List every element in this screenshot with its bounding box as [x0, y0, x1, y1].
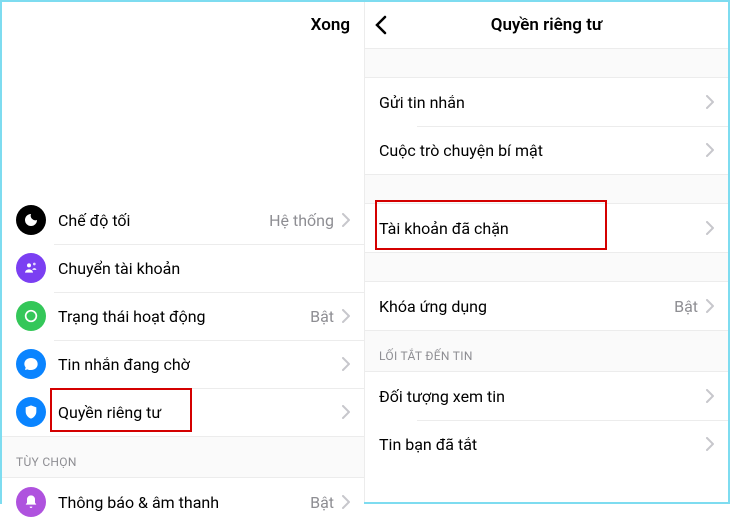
row-switch-account[interactable]: Chuyển tài khoản — [2, 244, 364, 292]
row-label: Tài khoản đã chặn — [379, 219, 706, 238]
row-value: Hệ thống — [269, 211, 334, 230]
moon-icon — [16, 205, 46, 235]
shield-icon — [16, 397, 46, 427]
privacy-pane: Quyền riêng tư Gửi tin nhắn Cuộc trò chu… — [365, 2, 728, 502]
row-notifications[interactable]: Thông báo & âm thanh Bật — [2, 478, 364, 526]
row-label: Gửi tin nhắn — [379, 93, 706, 112]
chevron-right-icon — [706, 221, 714, 235]
row-send-message[interactable]: Gửi tin nhắn — [365, 78, 728, 126]
chevron-right-icon — [342, 405, 350, 419]
section-header-story: LỐI TẮT ĐẾN TIN — [365, 330, 728, 372]
chevron-right-icon — [706, 143, 714, 157]
row-dark-mode[interactable]: Chế độ tối Hệ thống — [2, 196, 364, 244]
chevron-right-icon — [342, 357, 350, 371]
section-header-options: TÙY CHỌN — [2, 436, 364, 478]
row-value: Bật — [674, 297, 698, 316]
row-value: Bật — [310, 307, 334, 326]
section-gap — [365, 48, 728, 78]
row-secret-conversation[interactable]: Cuộc trò chuyện bí mật — [365, 126, 728, 174]
done-button[interactable]: Xong — [311, 15, 350, 35]
row-story-muted[interactable]: Tin bạn đã tắt — [365, 420, 728, 468]
row-label: Chế độ tối — [58, 211, 269, 230]
row-label: Đối tượng xem tin — [379, 387, 706, 406]
row-label: Thông báo & âm thanh — [58, 493, 310, 512]
chevron-right-icon — [342, 309, 350, 323]
row-privacy[interactable]: Quyền riêng tư — [2, 388, 364, 436]
screenshot-pair: Xong Chế độ tối Hệ thống Chuyển tài khoả… — [0, 0, 730, 504]
row-value: Bật — [310, 493, 334, 512]
bell-icon — [16, 487, 46, 517]
spacer — [2, 48, 364, 196]
row-label: Tin nhắn đang chờ — [58, 355, 342, 374]
chevron-right-icon — [706, 299, 714, 313]
row-label: Tin bạn đã tắt — [379, 435, 706, 454]
header: Quyền riêng tư — [365, 2, 728, 48]
chevron-right-icon — [706, 389, 714, 403]
chevron-right-icon — [706, 437, 714, 451]
row-label: Chuyển tài khoản — [58, 259, 350, 278]
header: Xong — [2, 2, 364, 48]
row-label: Cuộc trò chuyện bí mật — [379, 141, 706, 160]
row-app-lock[interactable]: Khóa ứng dụng Bật — [365, 282, 728, 330]
chevron-right-icon — [342, 213, 350, 227]
row-label: Khóa ứng dụng — [379, 297, 674, 316]
row-label: Quyền riêng tư — [58, 403, 342, 422]
chevron-right-icon — [706, 95, 714, 109]
row-blocked-accounts[interactable]: Tài khoản đã chặn — [365, 204, 728, 252]
message-icon — [16, 349, 46, 379]
row-message-requests[interactable]: Tin nhắn đang chờ — [2, 340, 364, 388]
row-story-audience[interactable]: Đối tượng xem tin — [365, 372, 728, 420]
page-title: Quyền riêng tư — [491, 15, 603, 35]
row-active-status[interactable]: Trạng thái hoạt động Bật — [2, 292, 364, 340]
active-status-icon — [16, 301, 46, 331]
chevron-right-icon — [342, 495, 350, 509]
row-label: Trạng thái hoạt động — [58, 307, 310, 326]
switch-account-icon — [16, 253, 46, 283]
section-gap — [365, 174, 728, 204]
back-button[interactable] — [375, 15, 387, 35]
settings-pane: Xong Chế độ tối Hệ thống Chuyển tài khoả… — [2, 2, 365, 502]
section-gap — [365, 252, 728, 282]
